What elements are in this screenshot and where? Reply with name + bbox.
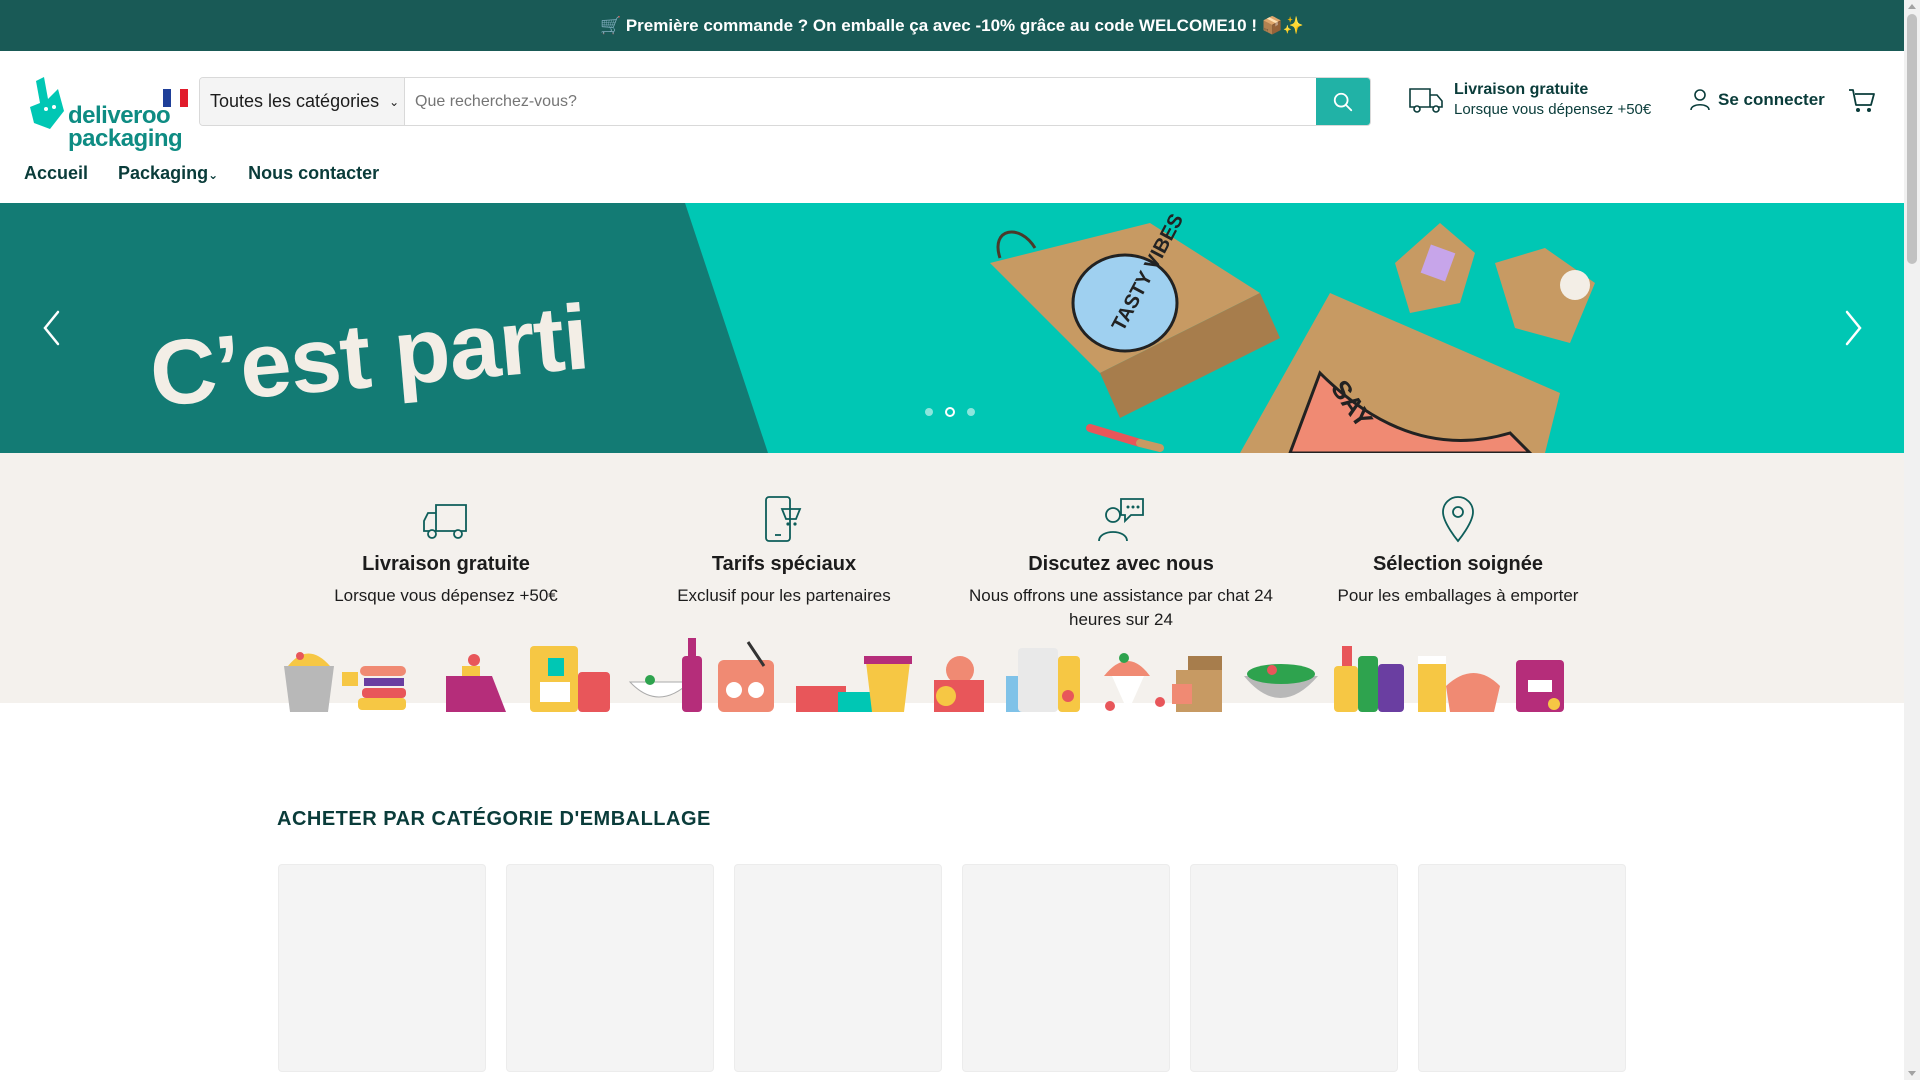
nav-packaging[interactable]: Packaging⌄ <box>118 163 218 184</box>
pet-food-image <box>1516 660 1564 712</box>
category-card[interactable] <box>734 864 942 1072</box>
drinks-image <box>1006 648 1080 712</box>
sushi-image <box>718 641 774 712</box>
noodle-box-image <box>284 652 334 712</box>
container-cups-image <box>796 656 912 712</box>
hero-slider: TASTY VIBES SAY C’est parti <box>0 203 1904 453</box>
salad-bottle-image <box>628 638 702 712</box>
slider-dot-3[interactable] <box>967 408 975 416</box>
category-card[interactable] <box>506 864 714 1072</box>
bowl-image <box>1244 664 1318 698</box>
chevron-down-icon: ⌄ <box>389 94 400 109</box>
chevron-down-icon: ⌄ <box>208 168 219 182</box>
logo-line2: packaging <box>68 125 183 152</box>
feature-desc: Nous offrons une assistance par chat 24 … <box>969 586 1273 629</box>
paper-bag-image: TASTY VIBES <box>990 210 1280 418</box>
cart-button[interactable] <box>1848 88 1876 119</box>
scroll-down-icon[interactable] <box>1908 1071 1916 1076</box>
slider-dot-2[interactable] <box>945 407 955 417</box>
search-button[interactable] <box>1316 78 1370 125</box>
truck-icon <box>423 504 467 539</box>
category-card[interactable] <box>962 864 1170 1072</box>
slider-dots <box>925 407 975 417</box>
sauce-bottles-image <box>1334 646 1404 712</box>
nav-packaging-label: Packaging <box>118 163 209 183</box>
category-card[interactable] <box>1418 864 1626 1072</box>
location-pin-icon <box>1442 496 1474 543</box>
feature-special-rates: Tarifs spéciaux Exclusif pour les parten… <box>624 488 944 608</box>
feature-desc: Lorsque vous dépensez +50€ <box>334 586 558 605</box>
phone-icon <box>765 496 802 542</box>
page-scrollbar[interactable] <box>1904 0 1920 1080</box>
feature-desc: Exclusif pour les partenaires <box>677 586 891 605</box>
scroll-up-icon[interactable] <box>1908 4 1916 9</box>
category-card[interactable] <box>278 864 486 1072</box>
search-icon <box>1333 92 1353 111</box>
deliveroo-logo[interactable]: deliveroo packaging <box>30 69 188 151</box>
chat-support-icon <box>1098 498 1144 542</box>
lunchbox-image <box>530 646 610 712</box>
food-illustrations <box>284 638 1564 712</box>
search-input[interactable] <box>405 78 1316 125</box>
bento-image <box>1172 656 1222 712</box>
login-label: Se connecter <box>1718 90 1825 109</box>
icecream-image <box>1104 653 1165 712</box>
user-icon <box>1690 89 1710 111</box>
feature-title: Livraison gratuite <box>362 553 530 575</box>
slider-dot-1[interactable] <box>925 408 933 416</box>
shipping-subtitle: Lorsque vous dépensez +50€ <box>1454 101 1652 118</box>
category-select[interactable]: Toutes les catégories ⌄ <box>200 78 405 125</box>
feature-title: Discutez avec nous <box>1028 553 1214 575</box>
feature-free-shipping: Livraison gratuite Lorsque vous dépensez… <box>286 488 606 608</box>
cart-icon <box>1849 89 1875 112</box>
section-title: ACHETER PAR CATÉGORIE D'EMBALLAGE <box>277 808 711 830</box>
free-shipping-info: Livraison gratuite Lorsque vous dépensez… <box>1408 81 1651 118</box>
main-nav: Accueil Packaging⌄ Nous contacter <box>24 163 379 184</box>
scrollbar-thumb[interactable] <box>1907 14 1917 264</box>
slider-next-button[interactable] <box>1838 303 1868 353</box>
burger-image <box>342 666 406 710</box>
cake-image <box>446 654 506 712</box>
site-header: deliveroo packaging Toutes les catégorie… <box>0 51 1904 203</box>
slider-prev-button[interactable] <box>37 303 67 353</box>
login-link[interactable]: Se connecter <box>1690 89 1825 111</box>
chevron-right-icon <box>1845 310 1862 346</box>
feature-desc: Pour les emballages à emporter <box>1337 586 1579 605</box>
announcement-bar: 🛒 Première commande ? On emballe ça avec… <box>0 0 1904 51</box>
feature-chat-support: Discutez avec nous Nous offrons une assi… <box>961 488 1281 632</box>
small-boxes-image <box>1395 223 1595 343</box>
nav-contact[interactable]: Nous contacter <box>248 163 379 184</box>
chicken-image <box>934 656 984 712</box>
chevron-left-icon <box>43 310 60 346</box>
feature-curated-selection: Sélection soignée Pour les emballages à … <box>1298 488 1618 608</box>
truck-icon <box>1409 87 1443 113</box>
feature-title: Sélection soignée <box>1372 553 1544 575</box>
search-bar: Toutes les catégories ⌄ <box>199 77 1371 126</box>
announcement-text: 🛒 Première commande ? On emballe ça avec… <box>599 15 1305 35</box>
category-select-value: Toutes les catégories <box>210 91 380 111</box>
category-card[interactable] <box>1190 864 1398 1072</box>
nav-home[interactable]: Accueil <box>24 163 88 184</box>
shipping-title: Livraison gratuite <box>1454 81 1589 98</box>
kangaroo-logo-icon <box>30 77 64 129</box>
feature-title: Tarifs spéciaux <box>711 553 857 575</box>
beer-basket-image <box>1418 656 1500 712</box>
category-grid <box>278 864 1626 1072</box>
